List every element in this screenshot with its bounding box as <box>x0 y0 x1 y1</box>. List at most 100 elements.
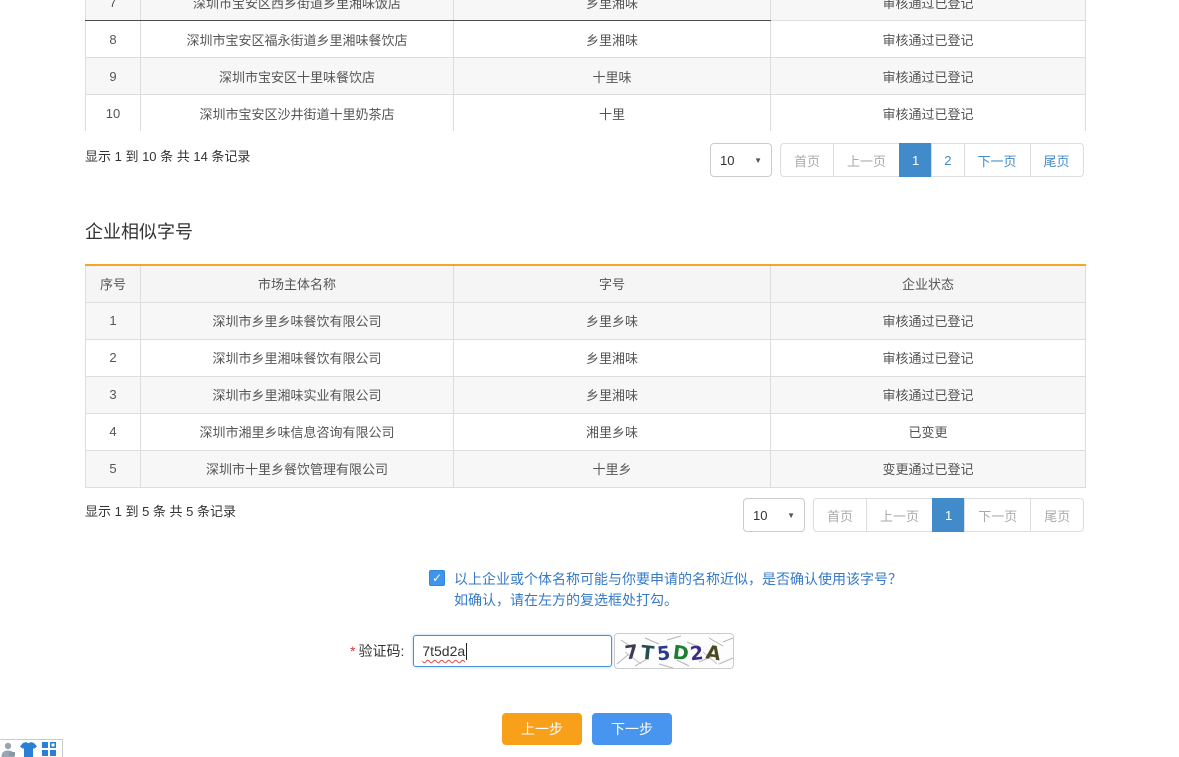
cell-status: 审核通过已登记 <box>771 302 1086 339</box>
captcha-char: T <box>640 642 655 665</box>
cell-zihao: 乡里湘味 <box>454 376 771 413</box>
section-title: 企业相似字号 <box>85 218 193 244</box>
page-size-value: 10 <box>753 508 767 523</box>
records-summary-2: 显示 1 到 5 条 共 5 条记录 <box>85 501 236 520</box>
cell-zihao: 湘里乡味 <box>454 413 771 450</box>
pagination-last-button[interactable]: 尾页 <box>1030 143 1084 177</box>
cell-status: 变更通过已登记 <box>771 450 1086 487</box>
previous-step-button[interactable]: 上一步 <box>502 713 582 745</box>
required-asterisk: * <box>350 643 355 659</box>
cell-name: 深圳市宝安区沙井街道十里奶茶店 <box>141 95 454 132</box>
records-summary-1: 显示 1 到 10 条 共 14 条记录 <box>85 146 250 165</box>
table-row: 5 深圳市十里乡餐饮管理有限公司 十里乡 变更通过已登记 <box>86 450 1086 487</box>
browser-plugin-widget <box>0 739 63 757</box>
text-cursor <box>466 643 467 660</box>
similar-names-table-1: 7 深圳市宝安区西乡街道乡里湘味饭店 乡里湘味 审核通过已登记 8 深圳市宝安区… <box>85 0 1086 131</box>
page-size-value: 10 <box>720 153 734 168</box>
page-size-select[interactable]: 10 ▼ <box>743 498 805 532</box>
captcha-image[interactable]: 7 T 5 D 2 A <box>614 633 734 669</box>
pagination-last-button[interactable]: 尾页 <box>1030 498 1084 532</box>
cell-name: 深圳市宝安区十里味餐饮店 <box>141 58 454 95</box>
captcha-char: 7 <box>624 641 640 665</box>
cell-seq: 9 <box>86 58 141 95</box>
pagination-page-1-button[interactable]: 1 <box>932 498 965 532</box>
pagination-page-1-button[interactable]: 1 <box>899 143 932 177</box>
pagination-first-button[interactable]: 首页 <box>780 143 834 177</box>
confirm-similar-name-block: ✓ 以上企业或个体名称可能与你要申请的名称近似，是否确认使用该字号？ 如确认，请… <box>429 569 902 611</box>
cell-status: 已变更 <box>771 413 1086 450</box>
captcha-char: 5 <box>656 642 671 665</box>
cell-status: 审核通过已登记 <box>771 339 1086 376</box>
confirm-line-2: 如确认，请在左方的复选框处打勾。 <box>454 590 902 611</box>
form-actions: 上一步 下一步 <box>502 713 672 745</box>
table-row: 10 深圳市宝安区沙井街道十里奶茶店 十里 审核通过已登记 <box>86 95 1086 132</box>
cell-zihao: 乡里湘味 <box>454 339 771 376</box>
table-row: 1 深圳市乡里乡味餐饮有限公司 乡里乡味 审核通过已登记 <box>86 302 1086 339</box>
cell-status: 审核通过已登记 <box>771 0 1086 21</box>
cell-seq: 4 <box>86 413 141 450</box>
chevron-down-icon: ▼ <box>787 511 795 520</box>
cell-zihao: 十里 <box>454 95 771 132</box>
tshirt-icon[interactable] <box>20 742 37 757</box>
cell-zihao: 乡里湘味 <box>454 0 771 21</box>
cell-name: 深圳市乡里湘味餐饮有限公司 <box>141 339 454 376</box>
cell-seq: 1 <box>86 302 141 339</box>
confirm-line-1: 以上企业或个体名称可能与你要申请的名称近似，是否确认使用该字号？ <box>454 569 902 590</box>
table-header-row: 序号 市场主体名称 字号 企业状态 <box>86 265 1086 302</box>
cell-seq: 8 <box>86 21 141 58</box>
cell-name: 深圳市宝安区西乡街道乡里湘味饭店 <box>141 0 454 21</box>
cell-name: 深圳市宝安区福永街道乡里湘味餐饮店 <box>141 21 454 58</box>
table-row: 8 深圳市宝安区福永街道乡里湘味餐饮店 乡里湘味 审核通过已登记 <box>86 21 1086 58</box>
captcha-char: D <box>672 641 690 665</box>
captcha-char: A <box>705 641 723 665</box>
captcha-svg: 7 T 5 D 2 A <box>615 634 734 669</box>
chevron-down-icon: ▼ <box>754 156 762 165</box>
col-header-zihao: 字号 <box>454 265 771 302</box>
cell-seq: 3 <box>86 376 141 413</box>
captcha-label: *验证码: <box>350 641 404 661</box>
confirm-checkbox[interactable]: ✓ <box>429 570 445 586</box>
captcha-input-value: 7t5d2a <box>422 643 465 659</box>
table-row: 4 深圳市湘里乡味信息咨询有限公司 湘里乡味 已变更 <box>86 413 1086 450</box>
next-step-button[interactable]: 下一步 <box>592 713 672 745</box>
cell-name: 深圳市湘里乡味信息咨询有限公司 <box>141 413 454 450</box>
table-row: 3 深圳市乡里湘味实业有限公司 乡里湘味 审核通过已登记 <box>86 376 1086 413</box>
table-row: 7 深圳市宝安区西乡街道乡里湘味饭店 乡里湘味 审核通过已登记 <box>86 0 1086 21</box>
confirm-text: 以上企业或个体名称可能与你要申请的名称近似，是否确认使用该字号？ 如确认，请在左… <box>454 569 902 611</box>
cell-status: 审核通过已登记 <box>771 21 1086 58</box>
table-row: 9 深圳市宝安区十里味餐饮店 十里味 审核通过已登记 <box>86 58 1086 95</box>
page-size-select[interactable]: 10 ▼ <box>710 143 772 177</box>
similar-names-table-2: 序号 市场主体名称 字号 企业状态 1 深圳市乡里乡味餐饮有限公司 乡里乡味 审… <box>85 264 1086 488</box>
apps-grid-icon[interactable] <box>42 742 56 756</box>
cell-seq: 7 <box>86 0 141 21</box>
cell-status: 审核通过已登记 <box>771 95 1086 132</box>
cell-status: 审核通过已登记 <box>771 376 1086 413</box>
col-header-seq: 序号 <box>86 265 141 302</box>
cell-seq: 5 <box>86 450 141 487</box>
captcha-char: 2 <box>689 642 704 665</box>
cell-status: 审核通过已登记 <box>771 58 1086 95</box>
cell-name: 深圳市乡里湘味实业有限公司 <box>141 376 454 413</box>
cell-zihao: 十里乡 <box>454 450 771 487</box>
cell-seq: 10 <box>86 95 141 132</box>
cell-zihao: 十里味 <box>454 58 771 95</box>
pagination-prev-button[interactable]: 上一页 <box>833 143 900 177</box>
captcha-input[interactable]: 7t5d2a <box>413 635 612 667</box>
pagination-2: 10 ▼ 首页 上一页 1 下一页 尾页 <box>743 498 1084 532</box>
cell-zihao: 乡里乡味 <box>454 302 771 339</box>
col-header-name: 市场主体名称 <box>141 265 454 302</box>
pagination-first-button[interactable]: 首页 <box>813 498 867 532</box>
user-icon[interactable] <box>1 742 15 757</box>
pagination-next-button[interactable]: 下一页 <box>964 143 1031 177</box>
pagination-1: 10 ▼ 首页 上一页 1 2 下一页 尾页 <box>710 143 1084 177</box>
table-row: 2 深圳市乡里湘味餐饮有限公司 乡里湘味 审核通过已登记 <box>86 339 1086 376</box>
captcha-row: *验证码: 7t5d2a 7 T 5 D 2 A <box>350 633 734 669</box>
cell-zihao: 乡里湘味 <box>454 21 771 58</box>
cell-name: 深圳市乡里乡味餐饮有限公司 <box>141 302 454 339</box>
cell-name: 深圳市十里乡餐饮管理有限公司 <box>141 450 454 487</box>
cell-seq: 2 <box>86 339 141 376</box>
col-header-status: 企业状态 <box>771 265 1086 302</box>
pagination-next-button[interactable]: 下一页 <box>964 498 1031 532</box>
pagination-page-2-button[interactable]: 2 <box>931 143 964 177</box>
pagination-prev-button[interactable]: 上一页 <box>866 498 933 532</box>
